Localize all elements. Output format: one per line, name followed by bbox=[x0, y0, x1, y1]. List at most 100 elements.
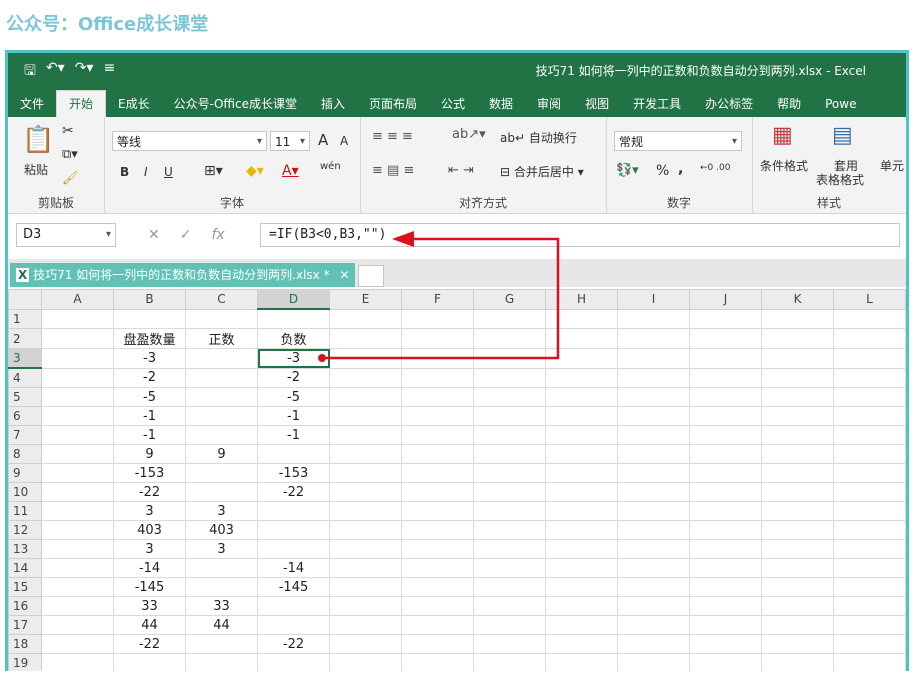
enter-icon[interactable]: ✓ bbox=[180, 227, 192, 243]
tab-13[interactable]: Powe bbox=[813, 91, 868, 117]
merge-center-button[interactable]: ⊟ 合并后居中 ▾ bbox=[500, 163, 584, 180]
cell-a5[interactable] bbox=[41, 387, 114, 407]
column-header-f[interactable]: F bbox=[401, 289, 474, 310]
cell-b17[interactable]: 44 bbox=[113, 615, 186, 635]
cell-d14[interactable]: -14 bbox=[257, 558, 330, 578]
close-tab-icon[interactable]: ✕ bbox=[339, 268, 349, 282]
row-header[interactable]: 8 bbox=[8, 444, 42, 464]
cell-f19[interactable] bbox=[401, 653, 474, 671]
cell-d10[interactable]: -22 bbox=[257, 482, 330, 502]
number-format-select[interactable]: 常规 bbox=[614, 131, 742, 152]
cell-h4[interactable] bbox=[545, 367, 618, 388]
cell-i10[interactable] bbox=[617, 482, 690, 502]
cell-b10[interactable]: -22 bbox=[113, 482, 186, 502]
cell-e18[interactable] bbox=[329, 634, 402, 654]
cell-k5[interactable] bbox=[761, 387, 834, 407]
cell-j4[interactable] bbox=[689, 367, 762, 388]
border-icon[interactable]: ⊞▾ bbox=[204, 163, 223, 179]
cell-j19[interactable] bbox=[689, 653, 762, 671]
cell-c8[interactable]: 9 bbox=[185, 444, 258, 464]
cell-d8[interactable] bbox=[257, 444, 330, 464]
cell-i6[interactable] bbox=[617, 406, 690, 426]
cell-c3[interactable] bbox=[185, 348, 258, 369]
cell-k1[interactable] bbox=[761, 308, 834, 329]
cell-c4[interactable] bbox=[185, 367, 258, 388]
cell-f8[interactable] bbox=[401, 444, 474, 464]
cell-a7[interactable] bbox=[41, 425, 114, 445]
cell-d18[interactable]: -22 bbox=[257, 634, 330, 654]
cell-a3[interactable] bbox=[41, 348, 114, 369]
comma-button[interactable]: , bbox=[678, 161, 683, 177]
cell-i1[interactable] bbox=[617, 308, 690, 329]
cell-l5[interactable] bbox=[833, 387, 906, 407]
column-header-k[interactable]: K bbox=[761, 289, 834, 310]
cell-a19[interactable] bbox=[41, 653, 114, 671]
cell-h12[interactable] bbox=[545, 520, 618, 540]
row-header[interactable]: 18 bbox=[8, 634, 42, 654]
cell-e4[interactable] bbox=[329, 367, 402, 388]
cell-b11[interactable]: 3 bbox=[113, 501, 186, 521]
row-header[interactable]: 15 bbox=[8, 577, 42, 597]
format-painter-icon[interactable]: 🖌 bbox=[62, 171, 79, 186]
cell-a16[interactable] bbox=[41, 596, 114, 616]
cell-k18[interactable] bbox=[761, 634, 834, 654]
cell-h13[interactable] bbox=[545, 539, 618, 559]
cell-g19[interactable] bbox=[473, 653, 546, 671]
cell-j5[interactable] bbox=[689, 387, 762, 407]
cell-c9[interactable] bbox=[185, 463, 258, 483]
cancel-icon[interactable]: ✕ bbox=[148, 227, 160, 243]
cell-i13[interactable] bbox=[617, 539, 690, 559]
cell-a18[interactable] bbox=[41, 634, 114, 654]
cell-f14[interactable] bbox=[401, 558, 474, 578]
cell-h7[interactable] bbox=[545, 425, 618, 445]
cell-b4[interactable]: -2 bbox=[113, 367, 186, 388]
percent-button[interactable]: % bbox=[656, 163, 669, 179]
cell-h9[interactable] bbox=[545, 463, 618, 483]
cell-j13[interactable] bbox=[689, 539, 762, 559]
cell-i5[interactable] bbox=[617, 387, 690, 407]
cell-h18[interactable] bbox=[545, 634, 618, 654]
cell-g4[interactable] bbox=[473, 367, 546, 388]
cell-e16[interactable] bbox=[329, 596, 402, 616]
cell-k7[interactable] bbox=[761, 425, 834, 445]
cell-l7[interactable] bbox=[833, 425, 906, 445]
row-header[interactable]: 12 bbox=[8, 520, 42, 540]
cell-l16[interactable] bbox=[833, 596, 906, 616]
cell-c16[interactable]: 33 bbox=[185, 596, 258, 616]
cell-g2[interactable] bbox=[473, 328, 546, 349]
column-header-g[interactable]: G bbox=[473, 289, 546, 310]
cell-k12[interactable] bbox=[761, 520, 834, 540]
cell-b19[interactable] bbox=[113, 653, 186, 671]
cell-i11[interactable] bbox=[617, 501, 690, 521]
cell-a10[interactable] bbox=[41, 482, 114, 502]
cell-h2[interactable] bbox=[545, 328, 618, 349]
cell-l13[interactable] bbox=[833, 539, 906, 559]
select-all-corner[interactable] bbox=[8, 289, 42, 310]
cell-h19[interactable] bbox=[545, 653, 618, 671]
cell-c14[interactable] bbox=[185, 558, 258, 578]
cell-h16[interactable] bbox=[545, 596, 618, 616]
cell-f9[interactable] bbox=[401, 463, 474, 483]
cell-c12[interactable]: 403 bbox=[185, 520, 258, 540]
copy-icon[interactable]: ⧉▾ bbox=[62, 147, 78, 162]
cell-c10[interactable] bbox=[185, 482, 258, 502]
cell-e11[interactable] bbox=[329, 501, 402, 521]
cell-l2[interactable] bbox=[833, 328, 906, 349]
paste-button[interactable]: 粘贴 bbox=[24, 161, 48, 178]
cell-g6[interactable] bbox=[473, 406, 546, 426]
cell-l11[interactable] bbox=[833, 501, 906, 521]
cell-d2[interactable]: 负数 bbox=[257, 328, 330, 349]
cell-b12[interactable]: 403 bbox=[113, 520, 186, 540]
paste-icon[interactable]: 📋 bbox=[22, 125, 54, 155]
cell-a15[interactable] bbox=[41, 577, 114, 597]
cell-g18[interactable] bbox=[473, 634, 546, 654]
new-tab-placeholder[interactable] bbox=[358, 265, 384, 287]
cell-k6[interactable] bbox=[761, 406, 834, 426]
cell-e15[interactable] bbox=[329, 577, 402, 597]
cell-b9[interactable]: -153 bbox=[113, 463, 186, 483]
cell-g12[interactable] bbox=[473, 520, 546, 540]
cell-g14[interactable] bbox=[473, 558, 546, 578]
wrap-text-button[interactable]: ab↵ 自动换行 bbox=[500, 129, 577, 146]
cell-l17[interactable] bbox=[833, 615, 906, 635]
row-header[interactable]: 10 bbox=[8, 482, 42, 502]
